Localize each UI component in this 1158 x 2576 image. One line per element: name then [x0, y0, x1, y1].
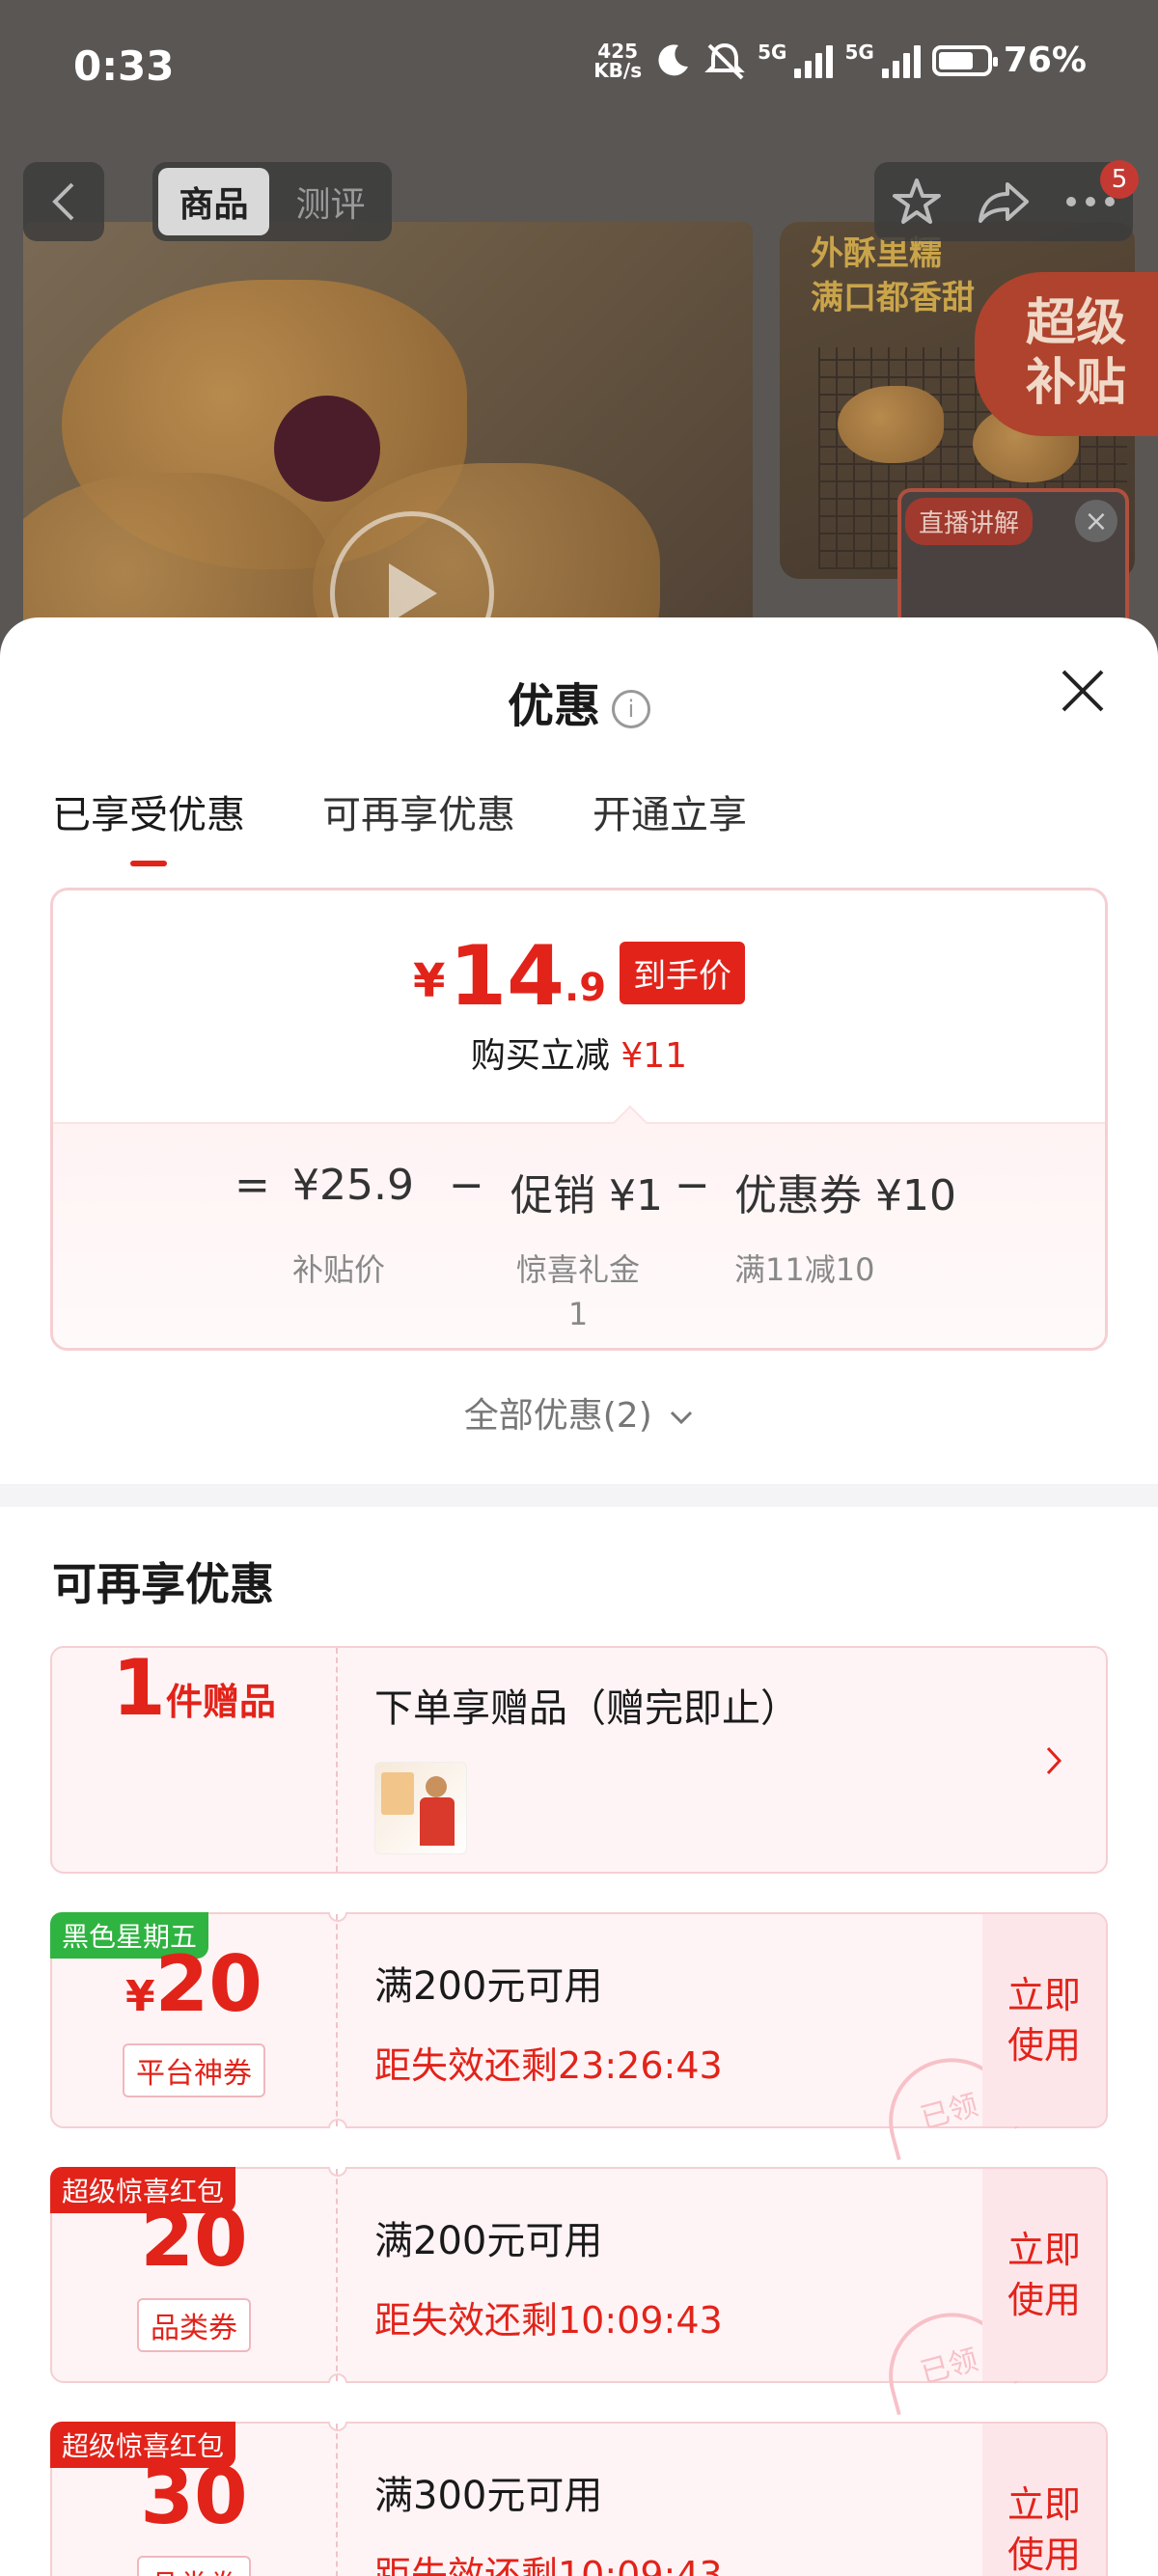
coupon-amount: ¥20 [125, 1938, 262, 2029]
save-amount-line: 购买立减 ¥11 [470, 1036, 688, 1076]
gift-offer-card[interactable]: 1 件赠品 下单享赠品（赠完即止） [50, 1646, 1108, 1874]
minus-sign-2: − [675, 1161, 710, 1210]
more-discounts-title: 可再享优惠 [52, 1558, 274, 1610]
coupon-card: 超级惊喜红包 20 品类券 满200元可用 距失效还剩10:09:43 已领 立… [50, 2167, 1108, 2416]
coupon-timer: 距失效还剩10:09:43 [374, 2554, 723, 2576]
gift-count: 1 [112, 1643, 166, 1733]
status-bar: 0:33 425 KB/s 5G 5G 76% [73, 39, 1087, 90]
live-tag: 直播讲解 [905, 498, 1034, 545]
back-button[interactable] [23, 162, 104, 241]
tab-activate-discounts[interactable]: 开通立享 [593, 783, 747, 866]
minus-sign-1: − [449, 1161, 484, 1210]
promo-value: 促销 ¥1 [510, 1171, 663, 1220]
discount-sheet: 优惠 i 已享受优惠 可再享优惠 开通立享 ¥ 14 .9 到手价 购买立减 ¥1… [0, 617, 1158, 2576]
coupon-type: 品类券 [137, 2556, 251, 2576]
info-icon[interactable]: i [612, 690, 650, 728]
tab-review[interactable]: 测评 [275, 168, 386, 235]
sheet-title: 优惠 i [0, 668, 1158, 735]
tab-more-discounts[interactable]: 可再享优惠 [322, 783, 515, 866]
signal-icon-2 [881, 43, 921, 78]
net-speed: 425 KB/s [593, 39, 643, 82]
use-now-button[interactable]: 立即 使用 [982, 2424, 1106, 2576]
star-icon[interactable] [892, 177, 942, 227]
product-nav-tabs: 商品 测评 [152, 162, 392, 241]
mute-bell-icon [704, 42, 745, 79]
chevron-right-icon [1046, 1746, 1062, 1775]
side-banner-text: 外酥里糯 满口都香甜 [811, 234, 975, 317]
coupon-type: 品类券 [137, 2297, 251, 2352]
coupon-condition: 满300元可用 [374, 2474, 603, 2518]
tab-enjoyed-discounts[interactable]: 已享受优惠 [52, 783, 245, 866]
more-icon[interactable] [1065, 196, 1116, 207]
final-price-tag: 到手价 [620, 942, 746, 1004]
price-breakdown-card: ¥ 14 .9 到手价 购买立减 ¥11 = ¥25.9 补贴价 − 促销 ¥1… [50, 888, 1108, 1351]
final-price: ¥ 14 .9 到手价 [53, 935, 1105, 1018]
gift-title: 下单享赠品（赠完即止） [374, 1686, 799, 1731]
coupon-value: 优惠券 ¥10 [734, 1171, 956, 1220]
coupon-timer: 距失效还剩10:09:43 [374, 2299, 723, 2342]
nav-actions [874, 162, 1133, 241]
use-now-button[interactable]: 立即 使用 [982, 2169, 1106, 2381]
message-badge: 5 [1100, 160, 1139, 199]
moon-icon [658, 43, 689, 75]
coupon-amount: 30 [140, 2452, 248, 2541]
base-price-label: 补贴价 [292, 1251, 386, 1288]
battery-icon [931, 44, 998, 76]
product-main-image[interactable] [23, 222, 753, 675]
battery-percent: 76% [1003, 41, 1087, 80]
promo-label: 惊喜礼金 1 [515, 1251, 640, 1332]
use-now-button[interactable]: 立即 使用 [982, 1914, 1106, 2126]
coupon-condition: 满200元可用 [374, 1964, 603, 2009]
super-subsidy-badge: 超级 补贴 [975, 272, 1158, 436]
coupon-type: 平台神券 [123, 2042, 265, 2097]
coupon-card: 超级惊喜红包 30 品类券 满300元可用 距失效还剩10:09:43 立即使用 [50, 2422, 1108, 2576]
base-price-value: ¥25.9 [292, 1161, 414, 1210]
live-close-icon[interactable]: × [1075, 500, 1117, 542]
chevron-left-icon [52, 182, 74, 221]
share-icon[interactable] [977, 178, 1031, 225]
tab-product[interactable]: 商品 [158, 168, 269, 235]
section-divider [0, 1484, 1158, 1507]
close-icon[interactable] [1058, 666, 1108, 716]
coupon-timer: 距失效还剩23:26:43 [374, 2044, 723, 2087]
discount-tabs: 已享受优惠 可再享优惠 开通立享 [52, 783, 747, 866]
signal-icon [794, 43, 834, 78]
coupon-label: 满11减10 [734, 1251, 875, 1288]
coupon-amount: 20 [140, 2193, 248, 2284]
coupon-card: 黑色星期五 ¥20 平台神券 满200元可用 距失效还剩23:26:43 已领 … [50, 1912, 1108, 2161]
equals-sign: = [234, 1161, 270, 1210]
gift-unit: 件赠品 [165, 1681, 276, 1723]
product-page-background: 外酥里糯 满口都香甜 超级 补贴 直播讲解 × 0:33 425 KB/s 5G… [0, 0, 1158, 675]
coupon-condition: 满200元可用 [374, 2219, 603, 2263]
gift-thumbnail[interactable] [374, 1762, 467, 1854]
status-time: 0:33 [73, 42, 175, 90]
all-offers-toggle[interactable]: 全部优惠(2) [0, 1387, 1158, 1438]
chevron-down-icon [671, 1411, 693, 1425]
